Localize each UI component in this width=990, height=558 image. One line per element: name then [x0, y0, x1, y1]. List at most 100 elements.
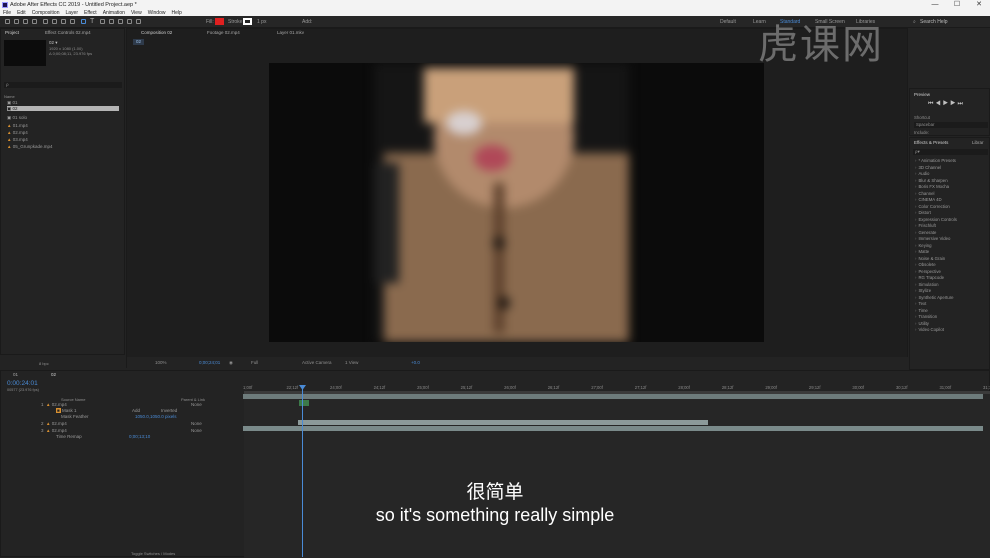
toggle-switches-modes-button[interactable]: Toggle Switches / Modes — [131, 551, 175, 556]
window-controls: — ☐ ✕ — [924, 0, 990, 10]
table-row[interactable]: 2 ▲ 02.mp4 — [41, 421, 67, 426]
mask-mode-dropdown[interactable]: Add — [132, 408, 140, 413]
selection-tool-icon[interactable] — [14, 19, 19, 24]
composition-breadcrumb[interactable]: 02 — [133, 39, 145, 45]
table-row[interactable]: 3 ▲ 02.mp4 — [41, 428, 67, 433]
timeline-track-area[interactable] — [244, 391, 990, 558]
time-remap-value[interactable]: 0;00;13;10 — [129, 434, 150, 439]
search-icon: ρ — [6, 82, 9, 87]
tab-render-queue[interactable]: 01 — [13, 371, 18, 378]
shortcut-dropdown[interactable]: Spacebar — [914, 122, 988, 128]
layer-bar-2[interactable] — [298, 420, 708, 425]
list-item[interactable]: ▲ 01.mp4 — [7, 123, 28, 128]
tab-footage[interactable]: Footage 02.mp4 — [207, 29, 240, 36]
tab-preview[interactable]: Preview — [914, 91, 930, 98]
roto-brush-tool-icon[interactable] — [127, 19, 132, 24]
timeline-frame-count: 00577 (23.976 fps) — [7, 388, 39, 392]
pan-behind-tool-icon[interactable] — [61, 19, 66, 24]
tab-project[interactable]: Project — [5, 29, 19, 36]
time-ruler-tick-label: 28;00f — [678, 385, 690, 390]
maximize-button[interactable]: ☐ — [946, 0, 968, 10]
snapshot-icon[interactable]: ◉ — [229, 357, 233, 369]
time-ruler-tick-label: 31;12f — [983, 385, 990, 390]
footage-icon: ▲ — [46, 428, 51, 433]
effects-category-item[interactable]: Video Copilot — [910, 327, 990, 334]
add-label: Add: — [302, 19, 313, 25]
time-ruler-tick-label: 31;00f — [939, 385, 952, 390]
close-button[interactable]: ✕ — [968, 0, 990, 10]
time-ruler-tick-label: 24;00f — [330, 385, 342, 390]
table-row[interactable]: Mask Feather — [61, 414, 89, 419]
title-bar: Adobe After Effects CC 2019 - Untitled P… — [0, 0, 990, 10]
layer-parent-dropdown[interactable]: None — [191, 402, 202, 407]
puppet-tool-icon[interactable] — [136, 19, 141, 24]
resolution-dropdown[interactable]: Full — [251, 357, 258, 369]
table-row[interactable]: 1 ▲ 02.mp4 — [41, 402, 67, 407]
layer-bar-3[interactable] — [243, 426, 983, 431]
brush-tool-icon[interactable] — [100, 19, 105, 24]
list-item[interactable]: ▣ 01 — [7, 100, 18, 105]
time-ruler-tick-label: 1;00f — [243, 385, 253, 390]
workspace-default[interactable]: Default — [720, 19, 736, 25]
home-icon[interactable] — [5, 19, 10, 24]
tab-libraries[interactable]: Librar — [972, 139, 984, 146]
project-panel: Project Effect Controls 02.mp4 02 ▾ 1920… — [0, 28, 125, 366]
camera-tool-icon[interactable] — [52, 19, 57, 24]
tab-timeline-comp[interactable]: 02 — [51, 371, 56, 378]
tab-effects-presets[interactable]: Effects & Presets — [914, 139, 948, 146]
rotate-tool-icon[interactable] — [43, 19, 48, 24]
project-name-column[interactable]: Name — [4, 94, 15, 99]
table-row[interactable]: ■ Mask 1 — [56, 408, 77, 413]
effects-search-input[interactable]: ρ▾ — [913, 149, 988, 155]
layer-parent-dropdown[interactable]: None — [191, 428, 202, 433]
keyframe-marker[interactable] — [299, 400, 309, 406]
table-row[interactable]: Time Remap — [56, 434, 82, 439]
time-ruler-tick-label: 27;00f — [591, 385, 603, 390]
minimize-button[interactable]: — — [924, 0, 946, 10]
eraser-tool-icon[interactable] — [118, 19, 123, 24]
magnification-dropdown[interactable]: 100% — [155, 357, 167, 369]
tab-composition[interactable]: Composition 02 — [141, 29, 172, 36]
stroke-width-value[interactable]: 1 px — [257, 19, 266, 25]
time-ruler-tick-label: 30;00f — [852, 385, 865, 390]
composition-viewer[interactable] — [269, 63, 764, 342]
hand-tool-icon[interactable] — [23, 19, 28, 24]
mask-inverted-checkbox[interactable]: Inverted — [161, 408, 177, 413]
footage-icon: ▲ — [46, 402, 51, 407]
layer-bar-1[interactable] — [243, 394, 983, 399]
fill-color-swatch[interactable] — [215, 18, 224, 25]
watermark-logo: 虎课网 — [758, 22, 884, 68]
clone-stamp-tool-icon[interactable] — [109, 19, 114, 24]
zoom-tool-icon[interactable] — [32, 19, 37, 24]
effects-list: * Animation Presets3D ChannelAudioBlur &… — [910, 158, 990, 334]
list-item[interactable]: ▲ 03.mp4 — [7, 137, 28, 142]
layer-parent-dropdown[interactable]: None — [191, 421, 202, 426]
project-bpc[interactable]: 8 bpc — [39, 361, 49, 366]
playhead[interactable] — [302, 385, 303, 557]
time-ruler-tick-label: 25;12f — [460, 385, 473, 390]
subtitle-chinese: 很简单 — [466, 481, 524, 503]
mask-feather-value[interactable]: 1050.0,1050.0 pixels — [135, 414, 177, 419]
list-item[interactable]: ▲ 02.mp4 — [7, 130, 28, 135]
exposure-value[interactable]: +0.0 — [411, 357, 420, 369]
project-search-input[interactable]: ρ — [4, 82, 122, 88]
blurred-person-image — [374, 63, 629, 342]
list-item[interactable]: ▣ 01 solo — [7, 115, 27, 120]
timeline-current-time[interactable]: 0:00:24:01 — [7, 380, 38, 387]
composition-footer: 100% 0;00;24;01 ◉ Full Active Camera 1 V… — [127, 357, 909, 369]
tab-effect-controls[interactable]: Effect Controls 02.mp4 — [45, 29, 91, 36]
tab-layer[interactable]: Layer 01.mkv — [277, 29, 304, 36]
rectangle-tool-icon[interactable] — [70, 19, 75, 24]
preview-panel: Preview ⏮◀▶▶⏭ Shortcut Spacebar Include: — [909, 88, 990, 136]
time-ruler-tick-label: 29;00f — [765, 385, 777, 390]
views-dropdown[interactable]: 1 View — [345, 357, 358, 369]
list-item[interactable]: ▲ 05_Grunpkade.mp4 — [7, 144, 53, 149]
pen-tool-icon[interactable] — [81, 19, 86, 24]
list-item[interactable]: ▣ 02 — [7, 106, 119, 111]
stroke-color-swatch[interactable] — [243, 18, 252, 25]
current-time-display[interactable]: 0;00;24;01 — [199, 357, 220, 369]
camera-dropdown[interactable]: Active Camera — [302, 357, 332, 369]
playback-controls[interactable]: ⏮◀▶▶⏭ — [928, 101, 965, 108]
type-tool-icon[interactable]: T — [90, 18, 94, 25]
subtitle-english: so it's something really simple — [375, 505, 615, 525]
